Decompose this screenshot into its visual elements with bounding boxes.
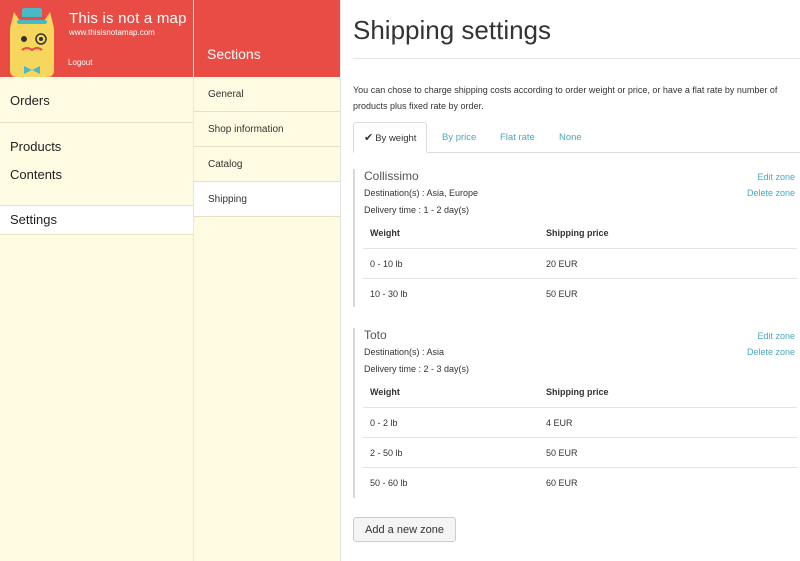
zone-delivery-time: Delivery time : 2 - 3 day(s) xyxy=(364,364,470,374)
tab-by-weight[interactable]: ✔ By weight xyxy=(353,122,428,153)
section-item-shop-information[interactable]: Shop information xyxy=(194,112,341,147)
table-row: 0 - 2 lb 4 EUR xyxy=(363,407,797,437)
zone-delivery-time: Delivery time : 1 - 2 day(s) xyxy=(364,205,470,215)
intro-text: You can chose to charge shipping costs a… xyxy=(353,85,778,111)
zone-destinations: Destination(s) : Asia, Europe xyxy=(364,188,479,198)
price-cell: 60 EUR xyxy=(546,478,578,488)
section-item-catalog[interactable]: Catalog xyxy=(194,147,341,182)
main-sidebar: This is not a map www.thisisnotamap.com … xyxy=(0,0,193,561)
mascot-logo-icon xyxy=(10,8,54,77)
weight-cell: 2 - 50 lb xyxy=(370,448,403,458)
table-row: 0 - 10 lb 20 EUR xyxy=(363,248,797,278)
main-content: Shipping settings You can chose to charg… xyxy=(340,0,800,561)
delete-zone-link[interactable]: Delete zone xyxy=(747,188,795,198)
brand-title: This is not a map xyxy=(69,10,187,27)
tab-flat-rate[interactable]: Flat rate xyxy=(500,122,535,153)
section-item-general[interactable]: General xyxy=(194,77,341,112)
weight-cell: 10 - 30 lb xyxy=(370,289,408,299)
price-cell: 50 EUR xyxy=(546,289,578,299)
table-header: Weight Shipping price xyxy=(363,377,797,407)
sections-header: Sections xyxy=(194,0,341,77)
price-cell: 50 EUR xyxy=(546,448,578,458)
page-title: Shipping settings xyxy=(353,15,552,45)
tab-none[interactable]: None xyxy=(559,122,582,153)
table-row: 50 - 60 lb 60 EUR xyxy=(363,467,797,497)
nav-item-products[interactable]: Products xyxy=(0,139,193,154)
nav-item-orders[interactable]: Orders xyxy=(0,93,193,108)
zone-name: Toto xyxy=(364,328,387,342)
weight-cell: 0 - 2 lb xyxy=(370,418,398,428)
brand-url[interactable]: www.thisisnotamap.com xyxy=(69,28,155,37)
tab-label: By weight xyxy=(375,133,417,144)
add-new-zone-button[interactable]: Add a new zone xyxy=(353,517,456,542)
edit-zone-link[interactable]: Edit zone xyxy=(757,172,795,182)
column-header-price: Shipping price xyxy=(546,387,609,397)
sections-sidebar: Sections General Shop information Catalo… xyxy=(193,0,341,561)
zone-destinations: Destination(s) : Asia xyxy=(364,347,445,357)
column-header-weight: Weight xyxy=(370,387,400,397)
column-header-price: Shipping price xyxy=(546,228,609,238)
price-cell: 20 EUR xyxy=(546,259,578,269)
table-header: Weight Shipping price xyxy=(363,218,797,248)
logout-link[interactable]: Logout xyxy=(68,58,92,67)
tab-by-price[interactable]: By price xyxy=(442,122,476,153)
section-item-shipping[interactable]: Shipping xyxy=(194,182,341,217)
shipping-zone: Toto Edit zone Delete zone Destination(s… xyxy=(353,328,797,498)
shipping-method-tabs: ✔ By weight By price Flat rate None xyxy=(353,122,800,153)
edit-zone-link[interactable]: Edit zone xyxy=(757,331,795,341)
brand-header: This is not a map www.thisisnotamap.com … xyxy=(0,0,193,77)
table-row: 2 - 50 lb 50 EUR xyxy=(363,437,797,467)
nav-item-settings[interactable]: Settings xyxy=(0,205,193,235)
price-cell: 4 EUR xyxy=(546,418,573,428)
check-icon: ✔ xyxy=(364,132,374,144)
weight-cell: 50 - 60 lb xyxy=(370,478,408,488)
weight-cell: 0 - 10 lb xyxy=(370,259,403,269)
zone-name: Collissimo xyxy=(364,169,419,183)
column-header-weight: Weight xyxy=(370,228,400,238)
sections-heading: Sections xyxy=(207,46,261,62)
nav-divider xyxy=(0,122,193,123)
title-divider xyxy=(353,58,800,59)
shipping-zone: Collissimo Edit zone Delete zone Destina… xyxy=(353,169,797,308)
delete-zone-link[interactable]: Delete zone xyxy=(747,347,795,357)
table-row: 10 - 30 lb 50 EUR xyxy=(363,278,797,308)
nav-item-contents[interactable]: Contents xyxy=(0,167,193,182)
